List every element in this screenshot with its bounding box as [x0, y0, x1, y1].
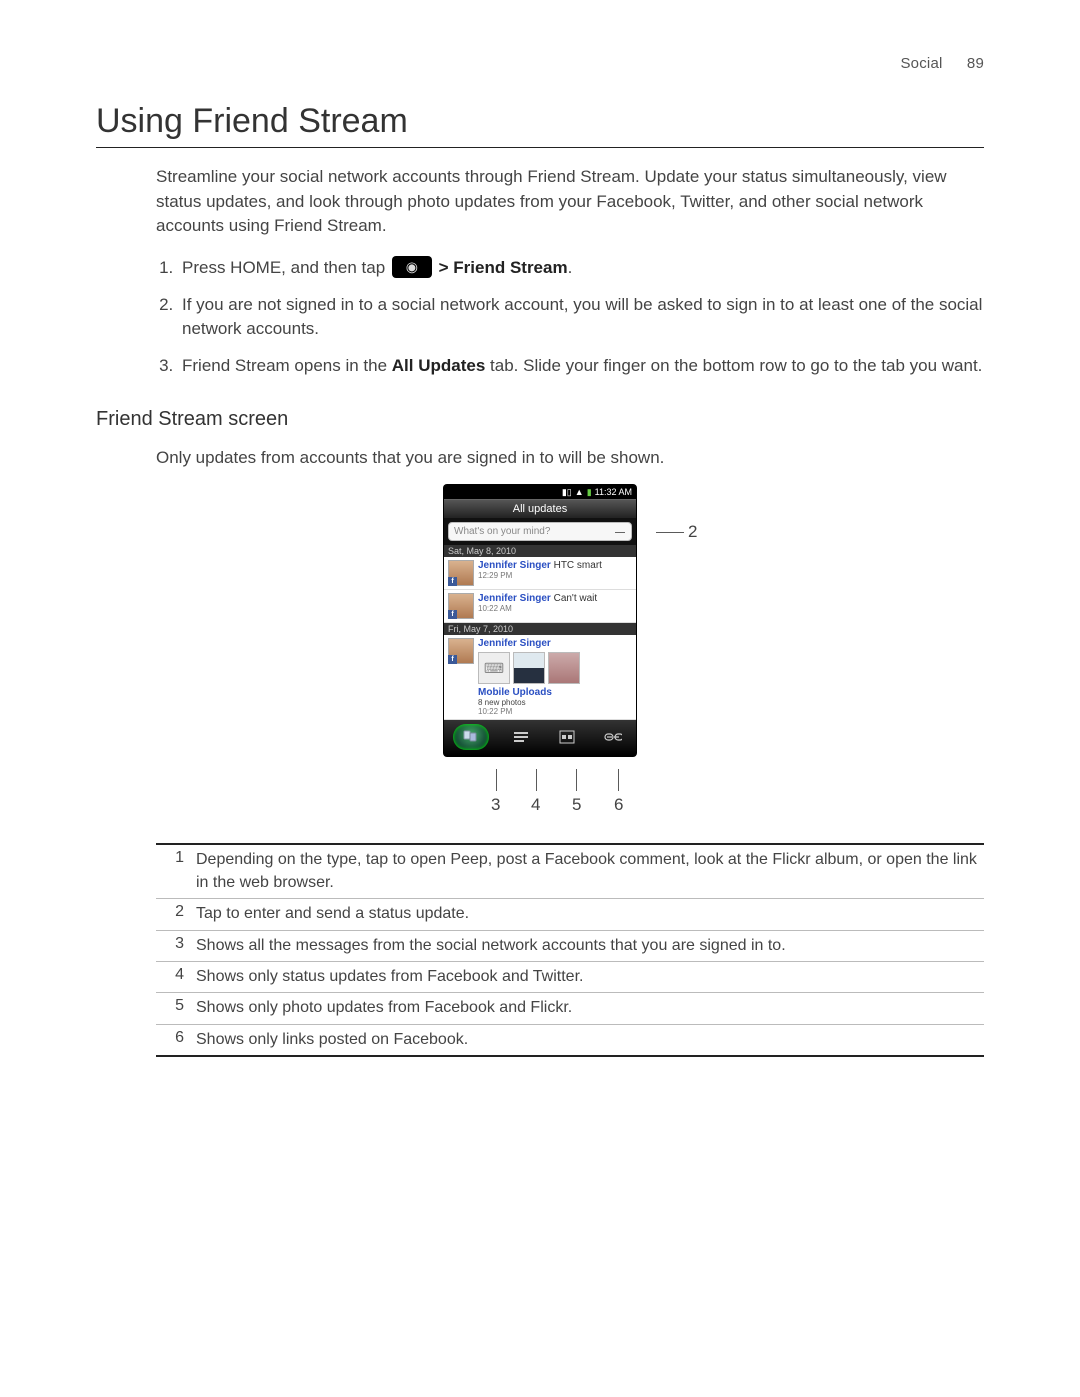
tab-status[interactable] — [507, 726, 535, 748]
screen-title: All updates — [444, 499, 636, 518]
legend-row: 2 Tap to enter and send a status update. — [156, 899, 984, 930]
legend-row: 1 Depending on the type, tap to open Pee… — [156, 845, 984, 899]
page-header: Social 89 — [96, 55, 984, 72]
post-item-2[interactable]: f Jennifer Singer Can't wait 10:22 AM — [444, 590, 636, 623]
facebook-badge-icon: f — [448, 610, 457, 619]
facebook-badge-icon: f — [448, 577, 457, 586]
date-divider-1: Sat, May 8, 2010 — [444, 545, 636, 557]
callout-4: 4 — [531, 795, 540, 815]
status-input[interactable]: What's on your mind? — [448, 522, 632, 541]
tab-links[interactable] — [599, 726, 627, 748]
callout-3: 3 — [491, 795, 500, 815]
avatar: f — [448, 560, 474, 586]
page-number: 89 — [967, 55, 984, 72]
photo-thumb — [548, 652, 580, 684]
apps-grid-icon — [392, 256, 432, 278]
facebook-badge-icon: f — [448, 655, 457, 664]
photo-thumbnails: ⌨ — [478, 652, 632, 684]
post-item-1[interactable]: f Jennifer Singer HTC smart 12:29 PM — [444, 557, 636, 590]
header-section: Social — [900, 55, 942, 72]
lines-icon — [513, 730, 529, 744]
post-item-3[interactable]: f Jennifer Singer ⌨ Mobile Uploads 8 new… — [444, 635, 636, 720]
phone-mockup: ▮▯ ▲ ▮ 11:32 AM All updates What's on yo… — [444, 485, 636, 756]
title-rule — [96, 147, 984, 148]
callout-2: 2 — [688, 522, 697, 542]
legend-table: 1 Depending on the type, tap to open Pee… — [156, 843, 984, 1057]
step-2: If you are not signed in to a social net… — [178, 293, 984, 342]
step-1: Press HOME, and then tap > Friend Stream… — [178, 256, 984, 281]
subsection-title: Friend Stream screen — [96, 408, 984, 431]
avatar: f — [448, 593, 474, 619]
date-divider-2: Fri, May 7, 2010 — [444, 623, 636, 635]
tab-photos[interactable] — [553, 726, 581, 748]
photo-icon — [559, 730, 575, 744]
legend-row: 3 Shows all the messages from the social… — [156, 931, 984, 962]
callout-5: 5 — [572, 795, 581, 815]
link-icon — [604, 732, 622, 742]
legend-row: 4 Shows only status updates from Faceboo… — [156, 962, 984, 993]
people-icon — [462, 729, 480, 745]
battery-icon: ▮ — [587, 487, 592, 498]
photo-thumb: ⌨ — [478, 652, 510, 684]
avatar: f — [448, 638, 474, 664]
signal-icon: ▮▯ — [562, 487, 572, 498]
sub-intro: Only updates from accounts that you are … — [156, 448, 984, 468]
legend-row: 6 Shows only links posted on Facebook. — [156, 1025, 984, 1055]
intro-paragraph: Streamline your social network accounts … — [156, 165, 984, 239]
tab-bar — [444, 720, 636, 756]
callout-6: 6 — [614, 795, 623, 815]
tab-all-updates[interactable] — [453, 724, 489, 750]
callout-2-line — [656, 532, 684, 533]
status-bar: ▮▯ ▲ ▮ 11:32 AM — [444, 485, 636, 499]
wifi-icon: ▲ — [575, 487, 584, 497]
phone-figure: 1 2 ▮▯ ▲ ▮ 11:32 AM All updates What's o… — [96, 485, 984, 825]
step-3: Friend Stream opens in the All Updates t… — [178, 354, 984, 379]
steps-list: Press HOME, and then tap > Friend Stream… — [156, 256, 984, 379]
status-time: 11:32 AM — [595, 487, 632, 497]
photo-thumb — [513, 652, 545, 684]
legend-row: 5 Shows only photo updates from Facebook… — [156, 993, 984, 1024]
page-title: Using Friend Stream — [96, 102, 984, 141]
